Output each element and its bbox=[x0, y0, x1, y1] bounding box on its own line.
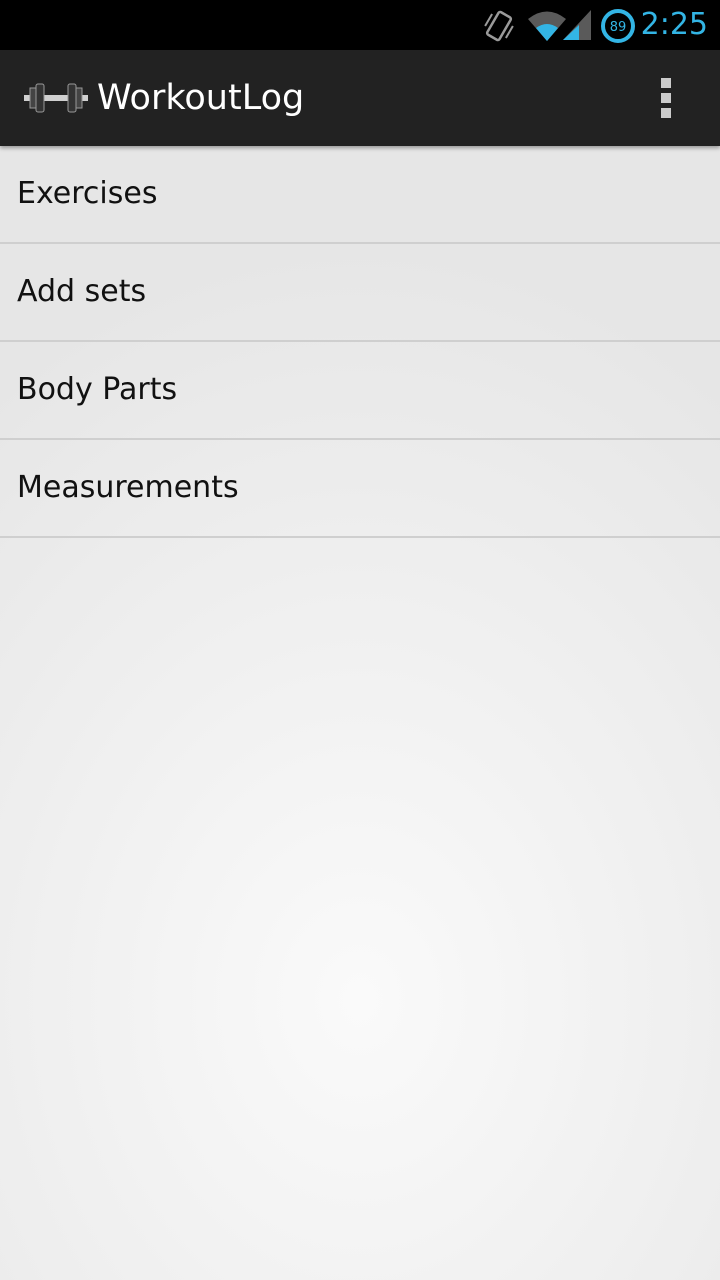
menu-item-label: Exercises bbox=[17, 176, 158, 211]
menu-item-body-parts[interactable]: Body Parts bbox=[0, 342, 720, 440]
status-bar: 89 2:25 bbox=[0, 0, 720, 50]
vibrate-icon bbox=[484, 10, 514, 42]
status-time: 2:25 bbox=[640, 7, 708, 42]
action-bar: WorkoutLog bbox=[0, 50, 720, 146]
dumbbell-icon[interactable] bbox=[22, 78, 90, 118]
menu-item-add-sets[interactable]: Add sets bbox=[0, 244, 720, 342]
battery-level: 89 bbox=[610, 20, 627, 35]
menu-item-label: Measurements bbox=[17, 470, 239, 505]
overflow-menu-icon-dot bbox=[661, 108, 671, 118]
main-menu-list: Exercises Add sets Body Parts Measuremen… bbox=[0, 146, 720, 538]
app-title: WorkoutLog bbox=[97, 78, 305, 118]
signal-icon bbox=[563, 10, 591, 40]
battery-icon: 89 bbox=[601, 9, 635, 43]
overflow-menu-button[interactable] bbox=[638, 74, 690, 122]
menu-item-exercises[interactable]: Exercises bbox=[0, 146, 720, 244]
overflow-menu-icon-dot bbox=[661, 93, 671, 103]
menu-item-label: Body Parts bbox=[17, 372, 178, 407]
menu-item-measurements[interactable]: Measurements bbox=[0, 440, 720, 538]
overflow-menu-icon bbox=[661, 78, 671, 88]
menu-item-label: Add sets bbox=[17, 274, 147, 309]
